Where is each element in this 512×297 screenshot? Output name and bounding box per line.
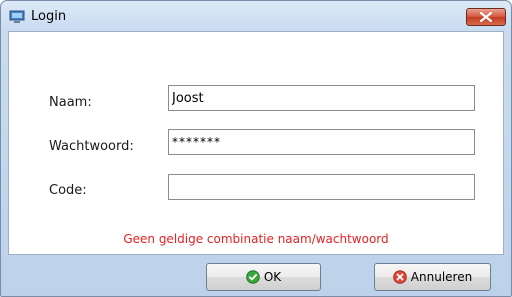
computer-icon xyxy=(9,9,25,23)
close-button[interactable] xyxy=(466,8,506,26)
ok-label: OK xyxy=(263,270,282,284)
password-field[interactable] xyxy=(168,129,475,155)
password-label: Wachtwoord: xyxy=(49,139,134,154)
check-icon xyxy=(246,270,260,284)
close-icon xyxy=(480,12,492,22)
login-window: Login Naam: Wachtwoord: Code: Geen geldi… xyxy=(0,0,512,297)
form-panel: Naam: Wachtwoord: Code: Geen geldige com… xyxy=(8,31,504,255)
name-field[interactable] xyxy=(168,85,475,111)
window-title: Login xyxy=(31,9,67,24)
error-message: Geen geldige combinatie naam/wachtwoord xyxy=(123,232,389,246)
title-bar[interactable]: Login xyxy=(1,1,511,31)
code-label: Code: xyxy=(49,183,87,198)
code-field[interactable] xyxy=(168,174,475,200)
ok-button[interactable]: OK xyxy=(206,263,321,291)
name-label: Naam: xyxy=(49,95,92,110)
cancel-icon xyxy=(392,270,407,284)
cancel-button[interactable]: Annuleren xyxy=(374,263,491,291)
cancel-label: Annuleren xyxy=(410,270,473,284)
